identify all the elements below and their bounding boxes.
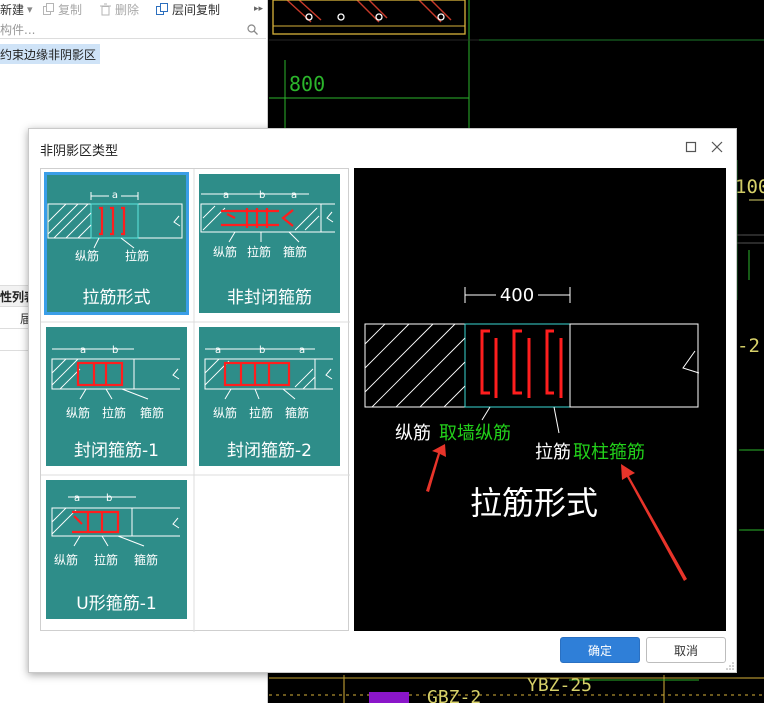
type-tile: a b 纵筋 拉筋 箍筋 U形箍筋-1 xyxy=(46,480,187,619)
dimension-label: a xyxy=(80,345,86,356)
dimension-label: b xyxy=(259,190,265,201)
dimension-label: a xyxy=(215,345,221,356)
tree-item-constraint-edge[interactable]: 约束边缘非阴影区 xyxy=(0,44,101,64)
type-tile: a b 纵筋 拉筋 箍筋 封闭箍筋-1 xyxy=(46,327,187,466)
callout-label: 纵筋 xyxy=(66,405,90,420)
resize-grip-icon[interactable] xyxy=(726,662,734,670)
trash-icon xyxy=(100,3,111,15)
dialog-title: 非阴影区类型 xyxy=(40,144,119,159)
cad-label-800: 800 xyxy=(289,72,325,96)
tree-item-label: 约束边缘非阴影区 xyxy=(0,47,97,62)
copy-button[interactable]: 复制 xyxy=(42,0,82,18)
type-option-closed-stirrup-2[interactable]: a b a 纵筋 拉筋 箍筋 封闭箍筋-2 xyxy=(194,322,347,475)
delete-button[interactable]: 删除 xyxy=(99,0,139,18)
cad-label-ybz: YBZ-25 xyxy=(527,675,592,696)
chevron-down-icon[interactable]: ▾ xyxy=(27,3,33,16)
callout-label: 拉筋 xyxy=(125,248,149,263)
floor-copy-icon xyxy=(156,2,168,15)
preview-caption: 拉筋形式 xyxy=(470,484,598,522)
callout-label: 拉筋 xyxy=(94,552,118,567)
preview-label-long-bar: 纵筋 xyxy=(395,423,431,444)
delete-button-label: 删除 xyxy=(115,2,140,17)
type-tile: a b a 纵筋 拉筋 箍筋 非封闭箍筋 xyxy=(199,174,340,313)
dimension-label: b xyxy=(106,493,112,504)
type-label: 封闭箍筋-2 xyxy=(227,441,312,461)
type-option-non-closed-stirrup[interactable]: a b a 纵筋 拉筋 箍筋 非封闭箍筋 xyxy=(194,169,347,322)
type-option-closed-stirrup-1[interactable]: a b 纵筋 拉筋 箍筋 封闭箍筋-1 xyxy=(41,322,194,475)
type-label: U形箍筋-1 xyxy=(76,594,157,614)
preview-label-tie-bar: 拉筋 xyxy=(535,442,571,463)
cancel-button[interactable]: 取消 xyxy=(646,637,726,663)
callout-label: 纵筋 xyxy=(54,552,78,567)
callout-label: 箍筋 xyxy=(283,244,307,259)
type-tile: a b a 纵筋 拉筋 箍筋 封闭箍筋-2 xyxy=(199,327,340,466)
callout-label: 箍筋 xyxy=(140,405,164,420)
callout-label: 箍筋 xyxy=(134,552,158,567)
dimension-label: a xyxy=(291,190,297,201)
preview-diagram: 400 纵筋 取墙纵筋 拉筋 取柱箍筋 拉筋形式 xyxy=(364,282,700,581)
preview-note-tie-bar: 取柱箍筋 xyxy=(573,442,645,463)
floor-copy-button-label: 层间复制 xyxy=(172,2,221,17)
floor-copy-button[interactable]: 层间复制 xyxy=(155,0,220,18)
new-button[interactable]: 新建 ▾ xyxy=(0,0,33,18)
dimension-label: a xyxy=(223,190,229,201)
dimension-label: a xyxy=(74,493,80,504)
maximize-icon[interactable] xyxy=(685,141,697,153)
search-box xyxy=(0,21,266,39)
cad-label-minus2: -2 xyxy=(737,335,760,357)
close-icon[interactable] xyxy=(711,141,723,153)
search-icon[interactable] xyxy=(247,24,258,35)
callout-label: 拉筋 xyxy=(247,244,271,259)
type-option-u-stirrup-1[interactable]: a b 纵筋 拉筋 箍筋 U形箍筋-1 xyxy=(41,475,194,628)
type-grid: a 纵筋 拉筋 拉筋形式 a b a 纵筋 拉筋 箍筋 非封闭箍筋 a b 纵筋… xyxy=(40,168,350,632)
callout-label: 纵筋 xyxy=(75,248,99,263)
component-toolbar: 新建 ▾ 复制 删除 层间复制 ▸▸ xyxy=(0,0,268,18)
dimension-label: a xyxy=(299,345,305,356)
callout-label: 纵筋 xyxy=(213,244,237,259)
new-button-label: 新建 xyxy=(0,2,25,17)
type-label: 非封闭箍筋 xyxy=(227,288,312,308)
callout-label: 拉筋 xyxy=(249,405,273,420)
overflow-icon[interactable]: ▸▸ xyxy=(254,0,263,18)
copy-icon xyxy=(43,2,54,15)
cad-label-gbz: GBZ-2 xyxy=(427,687,481,703)
type-label: 封闭箍筋-1 xyxy=(74,441,159,461)
search-input[interactable] xyxy=(0,21,240,38)
type-preview: 400 纵筋 取墙纵筋 拉筋 取柱箍筋 拉筋形式 xyxy=(354,168,726,631)
arrow-annotation-icon xyxy=(621,464,687,581)
preview-note-long-bar: 取墙纵筋 xyxy=(439,423,511,444)
type-label: 拉筋形式 xyxy=(82,288,151,308)
dimension-400: 400 xyxy=(500,285,534,306)
type-tile: a 纵筋 拉筋 拉筋形式 xyxy=(44,172,189,315)
cad-label-1000: 1000 xyxy=(735,176,764,198)
callout-label: 纵筋 xyxy=(213,405,237,420)
callout-label: 拉筋 xyxy=(102,405,126,420)
non-shadow-area-type-dialog: 非阴影区类型 a 纵筋 拉筋 拉筋形式 a b a 纵筋 拉筋 箍筋 非封闭箍筋… xyxy=(28,128,737,673)
callout-label: 箍筋 xyxy=(285,405,309,420)
dimension-label: b xyxy=(112,345,118,356)
dimension-label: a xyxy=(112,190,118,201)
ok-button[interactable]: 确定 xyxy=(560,637,640,663)
arrow-annotation-icon xyxy=(426,444,446,492)
type-option-tie-bar[interactable]: a 纵筋 拉筋 拉筋形式 xyxy=(41,169,194,322)
dimension-label: b xyxy=(259,345,265,356)
copy-button-label: 复制 xyxy=(58,2,83,17)
